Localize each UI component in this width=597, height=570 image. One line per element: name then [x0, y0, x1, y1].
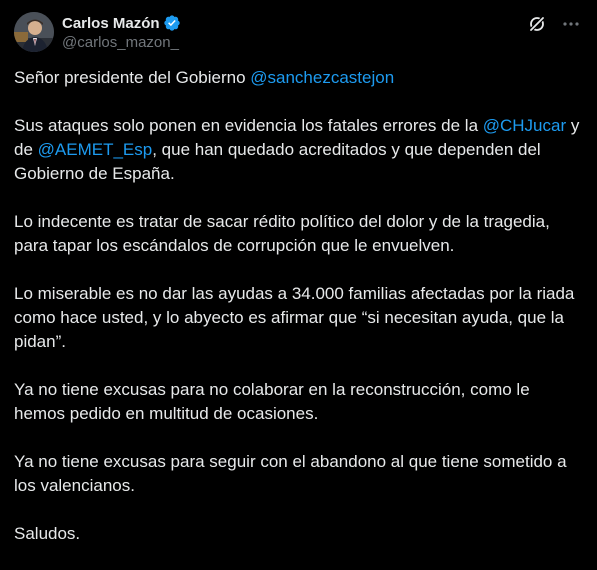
mention-link-chjucar[interactable]: @CHJucar — [483, 116, 566, 135]
author-handle[interactable]: @carlos_mazon_ — [62, 34, 181, 51]
paragraph-text: Sus ataques solo ponen en evidencia los … — [14, 116, 483, 135]
tweet-header: Carlos Mazón @carlos_mazon_ — [14, 12, 581, 54]
grok-icon[interactable] — [527, 14, 547, 34]
tweet-paragraph-1: Señor presidente del Gobierno @sanchezca… — [14, 66, 582, 90]
tweet-container: Carlos Mazón @carlos_mazon_ Señor presid… — [0, 0, 597, 558]
author-display-name[interactable]: Carlos Mazón — [62, 15, 160, 32]
verified-badge-icon[interactable] — [163, 14, 181, 32]
tweet-paragraph-7: Saludos. — [14, 524, 81, 543]
display-name-row: Carlos Mazón — [62, 13, 181, 33]
header-actions — [527, 14, 581, 34]
tweet-paragraph-6: Ya no tiene excusas para seguir con el a… — [14, 452, 567, 495]
tweet-text: Señor presidente del Gobierno @sanchezca… — [14, 66, 582, 570]
tweet-paragraph-5: Ya no tiene excusas para no colaborar en… — [14, 380, 530, 423]
paragraph-text: Señor presidente del Gobierno — [14, 68, 251, 87]
more-options-icon[interactable] — [561, 14, 581, 34]
tweet-paragraph-4: Lo miserable es no dar las ayudas a 34.0… — [14, 284, 575, 351]
tweet-paragraph-2: Sus ataques solo ponen en evidencia los … — [14, 114, 582, 186]
mention-link-aemet-esp[interactable]: @AEMET_Esp — [38, 140, 153, 159]
author-names: Carlos Mazón @carlos_mazon_ — [62, 13, 181, 51]
tweet-paragraph-3: Lo indecente es tratar de sacar rédito p… — [14, 212, 550, 255]
mention-link-sanchezcastejon[interactable]: @sanchezcastejon — [250, 68, 394, 87]
author-avatar[interactable] — [14, 12, 54, 52]
